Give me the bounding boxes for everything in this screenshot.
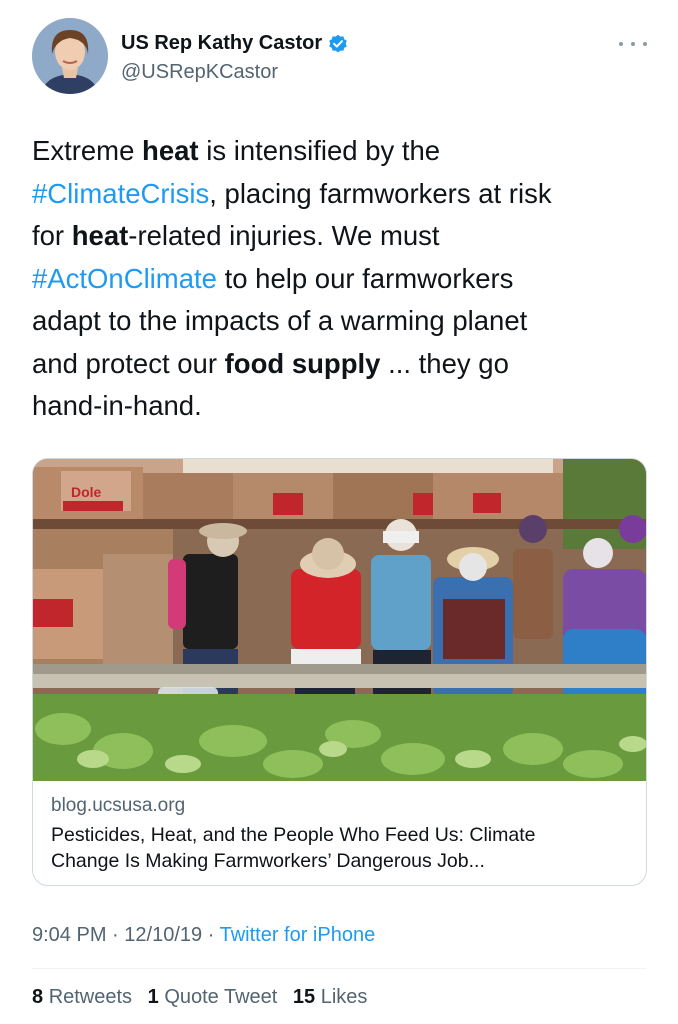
box-label: Dole <box>71 484 102 500</box>
text-segment: hand-in-hand. <box>32 390 202 421</box>
text-segment: adapt to the impacts of a warming planet <box>32 305 528 336</box>
card-title-line: Change Is Making Farmworkers’ Dangerous … <box>51 850 485 872</box>
dot <box>643 42 647 46</box>
more-options-icon[interactable] <box>619 34 647 54</box>
text-segment: , placing farmworkers at risk <box>209 177 552 209</box>
card-title-line: Pesticides, Heat, and the People Who Fee… <box>51 824 536 846</box>
text-segment: -related injuries. We must <box>128 220 440 251</box>
retweets-stat[interactable]: 8 Retweets <box>32 986 132 1008</box>
tweet-text: Extreme heat is intensified by the #Clima… <box>32 130 652 428</box>
emphasized-text: food supply <box>224 347 381 379</box>
divider <box>32 968 646 969</box>
text-segment: ... they go <box>380 347 509 379</box>
text-segment: and protect our <box>32 347 225 379</box>
card-title: Pesticides, Heat, and the People Who Fee… <box>51 822 631 874</box>
text-segment: Extreme <box>32 135 143 166</box>
tweet-text-line: Extreme heat is intensified by the <box>32 130 652 173</box>
card-image[interactable]: Dole <box>33 459 646 781</box>
separator: · <box>207 924 215 946</box>
tweet-source[interactable]: Twitter for iPhone <box>220 924 376 946</box>
handle[interactable]: @USRepKCastor <box>121 61 278 84</box>
tweet-text-line: #ClimateCrisis, placing farmworkers at r… <box>32 173 652 216</box>
tweet-time[interactable]: 9:04 PM <box>32 924 106 946</box>
tweet-text-line: for heat-related injuries. We must <box>32 215 652 258</box>
dot <box>631 42 635 46</box>
tweet-text-line: and protect our food supply ... they go <box>32 343 652 386</box>
dot <box>619 42 623 46</box>
emphasized-text: heat <box>71 220 129 251</box>
emphasized-text: heat <box>142 135 199 166</box>
likes-stat[interactable]: 15 Likes <box>293 986 368 1008</box>
separator: · <box>112 924 119 946</box>
likes-label: Likes <box>320 986 368 1008</box>
tweet-text-line: adapt to the impacts of a warming planet <box>32 300 652 343</box>
likes-count: 15 <box>292 986 316 1008</box>
tweet-text-line: hand-in-hand. <box>32 385 652 428</box>
hashtag-link[interactable]: #ActOnClimate <box>32 263 217 294</box>
retweets-label: Retweets <box>48 986 133 1008</box>
text-segment: to help our farmworkers <box>216 262 514 294</box>
verified-badge-icon <box>328 34 348 54</box>
quote-tweets-stat[interactable]: 1 Quote Tweet <box>148 986 278 1008</box>
profile-photo <box>32 18 108 94</box>
display-name[interactable]: US Rep Kathy Castor <box>121 32 322 55</box>
farmworkers-lettuce-field-photo: Dole <box>33 459 646 781</box>
hashtag-link[interactable]: #ClimateCrisis <box>32 178 209 209</box>
quotes-count: 1 <box>147 986 159 1008</box>
display-name-row[interactable]: US Rep Kathy Castor <box>121 32 348 55</box>
text-segment: for <box>32 220 72 251</box>
quotes-label: Quote Tweet <box>164 986 278 1008</box>
tweet-date[interactable]: 12/10/19 <box>124 924 202 946</box>
text-segment: is intensified by the <box>198 135 441 166</box>
engagement-stats: 8 Retweets 1 Quote Tweet 15 Likes <box>32 986 367 1009</box>
link-card[interactable]: Dole blog.ucsusa.org Pesticides, Heat, a… <box>32 458 647 886</box>
tweet-meta: 9:04 PM · 12/10/19 · Twitter for iPhone <box>32 924 375 947</box>
tweet-text-line: #ActOnClimate to help our farmworkers <box>32 258 652 301</box>
avatar[interactable] <box>32 18 108 94</box>
retweets-count: 8 <box>32 986 44 1008</box>
card-domain: blog.ucsusa.org <box>51 795 186 816</box>
